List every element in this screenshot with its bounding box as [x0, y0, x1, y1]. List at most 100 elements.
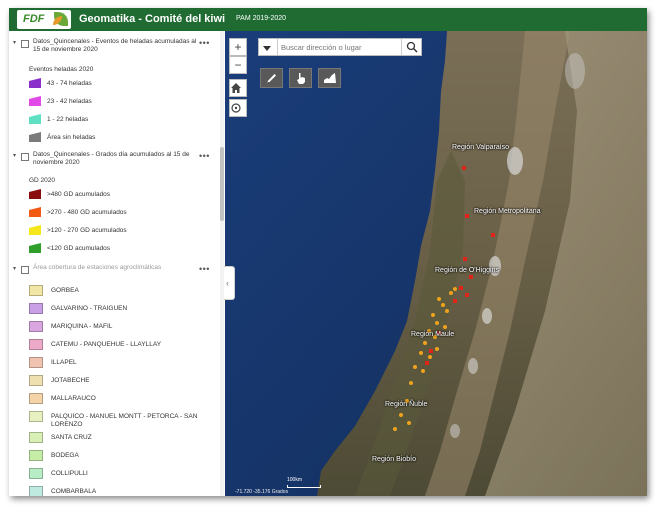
legend-item: <120 GD acumulados: [29, 243, 209, 255]
zone-label: GALVARINO - TRAIGUEN: [51, 305, 128, 312]
expand-chevron-icon[interactable]: ▾: [13, 152, 16, 159]
locate-button[interactable]: [229, 99, 247, 117]
legend-label: 23 - 42 heladas: [47, 98, 92, 105]
panel-collapse-handle[interactable]: ‹: [224, 266, 235, 300]
snow-patch: [482, 308, 492, 324]
home-icon: [231, 83, 241, 93]
zone-label: COMBARBALA: [51, 488, 97, 495]
zone-swatch: [29, 303, 43, 314]
layer-estaciones[interactable]: ▾ Área cobertura de estaciones agroclimá…: [9, 263, 219, 287]
zoom-in-button[interactable]: +: [229, 38, 247, 56]
region-label: Región Ñuble: [385, 401, 428, 408]
home-button[interactable]: [229, 79, 247, 97]
app-title: Geomatika - Comité del kiwi: [79, 13, 226, 25]
elevation-chart-icon: [324, 73, 336, 83]
legend-item: Área sin heladas: [29, 132, 209, 144]
measure-button[interactable]: [260, 68, 283, 88]
zone-swatch: [29, 432, 43, 443]
identify-button[interactable]: [289, 68, 312, 88]
region-label: Región Maule: [411, 331, 455, 338]
region-label: Región Metropolitana: [474, 208, 541, 215]
logo-text: FDF: [23, 13, 45, 25]
coordinate-readout: -71.720 -35.176 Grados: [235, 489, 289, 495]
legend-swatch: [29, 243, 41, 253]
map-view[interactable]: Región Valparaíso Región Metropolitana R…: [225, 31, 647, 496]
source-dropdown-caret-icon[interactable]: [263, 46, 271, 51]
region-label: Región Valparaíso: [452, 144, 510, 151]
zone-label: GORBEA: [51, 287, 79, 294]
search-input[interactable]: [281, 41, 399, 53]
pencil-icon: [267, 74, 276, 83]
layer-visibility-checkbox[interactable]: [21, 153, 29, 161]
zone-label: CATEMU - PANQUEHUE - LLAYLLAY: [51, 341, 162, 348]
scrollbar-thumb[interactable]: [220, 147, 224, 221]
zone-swatch: [29, 486, 43, 496]
zone-swatch: [29, 321, 43, 332]
legend-label: >270 - 480 GD acumulados: [47, 209, 127, 216]
zoom-out-button[interactable]: −: [229, 56, 247, 74]
expand-chevron-icon[interactable]: ▾: [13, 265, 16, 272]
legend-label: >480 GD acumulados: [47, 191, 111, 198]
layer-heladas[interactable]: ▾ Datos_Quincenales - Eventos de heladas…: [9, 37, 219, 61]
legend-label: <120 GD acumulados: [47, 245, 111, 252]
zone-label: MARIQUINA - MAFIL: [51, 323, 113, 330]
hand-pointer-icon: [297, 73, 305, 84]
expand-chevron-icon[interactable]: ▾: [13, 39, 16, 46]
layer-options-icon[interactable]: •••: [199, 264, 210, 274]
layer-list-panel: ▾ Datos_Quincenales - Eventos de heladas…: [9, 31, 225, 496]
chevron-left-icon: ‹: [226, 278, 229, 288]
search-widget: [258, 38, 422, 56]
zone-swatch: [29, 375, 43, 386]
layer-title: Datos_Quincenales - Eventos de heladas a…: [33, 38, 197, 53]
locate-icon: [231, 103, 241, 113]
zone-swatch: [29, 411, 43, 422]
legend-item: 1 - 22 heladas: [29, 114, 209, 126]
zone-swatch: [29, 357, 43, 368]
app-subtitle: PAM 2019-2020: [236, 15, 287, 22]
zone-swatch: [29, 450, 43, 461]
region-label: Región Biobío: [372, 456, 416, 463]
satellite-basemap[interactable]: [225, 31, 647, 496]
legend-swatch: [29, 189, 41, 199]
divider: [277, 39, 278, 55]
app-header: FDF Geomatika - Comité del kiwi PAM 2019…: [9, 8, 647, 31]
legend-swatch: [29, 78, 41, 88]
legend-swatch: [29, 225, 41, 235]
layer-visibility-checkbox[interactable]: [21, 266, 29, 274]
layer-grados-dia[interactable]: ▾ Datos_Quincenales - Grados día acumula…: [9, 150, 219, 174]
zone-label: PALQUICO - MANUEL MONTT - PETORCA - SAN …: [51, 413, 198, 428]
layer-visibility-checkbox[interactable]: [21, 40, 29, 48]
layer-list-scrollbar[interactable]: [220, 31, 224, 496]
legend-item: 23 - 42 heladas: [29, 96, 209, 108]
legend-item: >120 - 270 GD acumulados: [29, 225, 209, 237]
search-icon: [406, 41, 418, 53]
elevation-profile-button[interactable]: [318, 68, 341, 88]
legend-item: 43 - 74 heladas: [29, 78, 209, 90]
app-window: FDF Geomatika - Comité del kiwi PAM 2019…: [9, 8, 647, 496]
legend-label: 43 - 74 heladas: [47, 80, 92, 87]
scale-label: 100km: [287, 477, 303, 483]
region-label: Región de O'Higgins: [435, 267, 499, 274]
zone-label: SANTA CRUZ: [51, 434, 92, 441]
search-button[interactable]: [401, 39, 421, 55]
legend-swatch: [29, 96, 41, 106]
layer-options-icon[interactable]: •••: [199, 151, 210, 161]
layer-title: Área cobertura de estaciones agroclimáti…: [33, 264, 162, 271]
snow-patch: [468, 358, 478, 374]
snow-patch: [507, 147, 523, 175]
zone-label: ILLAPEL: [51, 359, 77, 366]
legend-label: 1 - 22 heladas: [47, 116, 89, 123]
zone-label: BODEGA: [51, 452, 79, 459]
legend-item: >480 GD acumulados: [29, 189, 209, 201]
legend-label: Área sin heladas: [47, 134, 96, 141]
zone-swatch: [29, 285, 43, 296]
layer-options-icon[interactable]: •••: [199, 38, 210, 48]
scale-bar: [287, 485, 321, 488]
legend-item: >270 - 480 GD acumulados: [29, 207, 209, 219]
legend-swatch: [29, 207, 41, 217]
legend-title: Eventos heladas 2020: [29, 66, 94, 73]
snow-patch: [450, 424, 460, 438]
zone-swatch: [29, 339, 43, 350]
legend-swatch: [29, 114, 41, 124]
legend-title: GD 2020: [29, 177, 56, 184]
